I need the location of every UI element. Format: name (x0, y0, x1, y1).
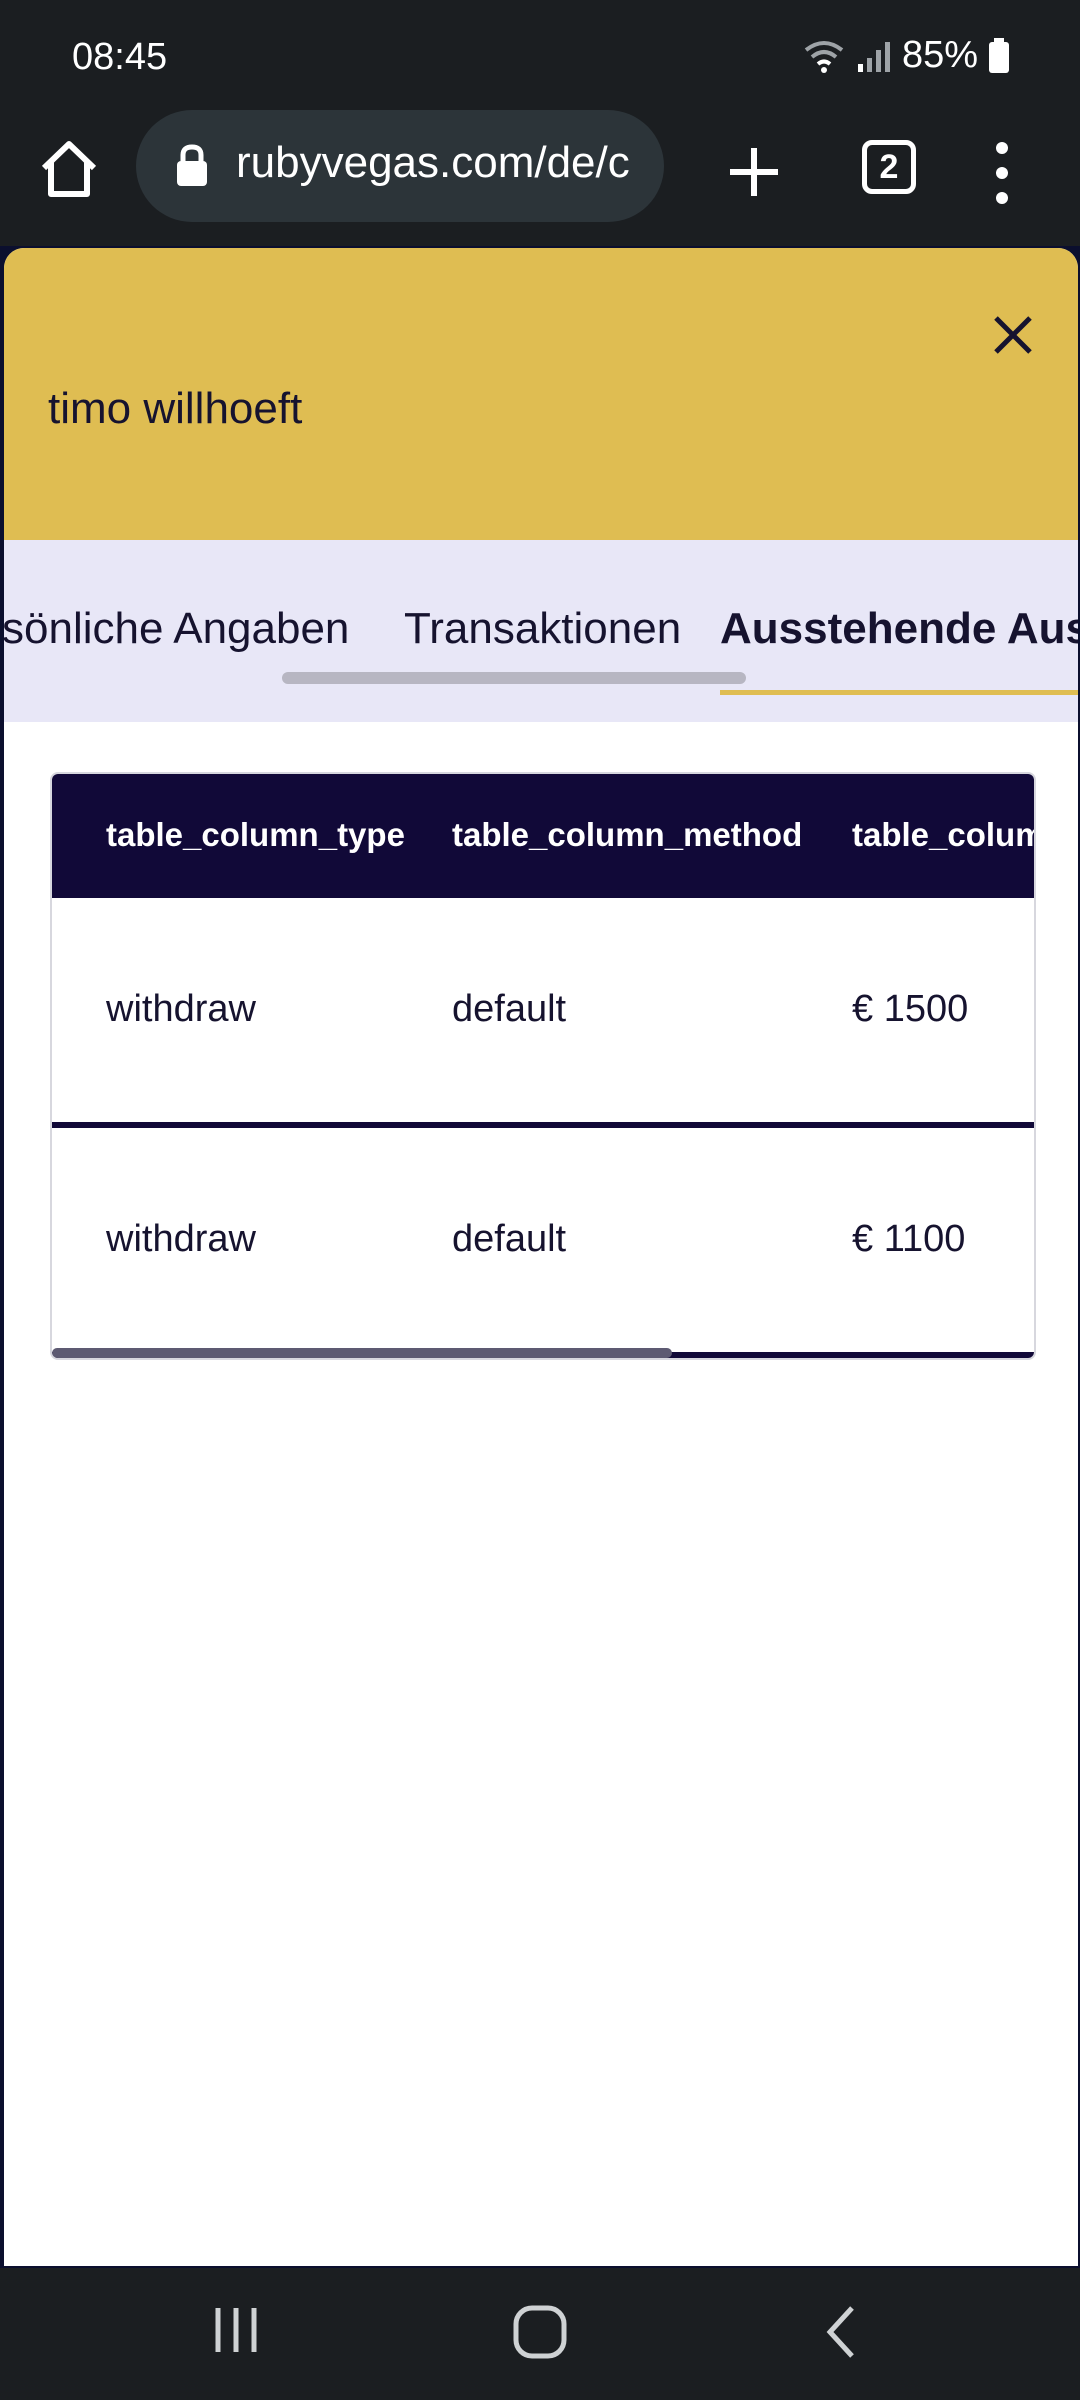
active-tab-indicator (720, 690, 1078, 695)
cell-method: default (452, 1218, 567, 1260)
browser-toolbar: rubyvegas.com/de/c 2 (0, 110, 1080, 246)
cell-type: withdraw (106, 988, 256, 1030)
table-row[interactable]: withdraw default € 1500 (52, 898, 1034, 1128)
home-icon[interactable] (38, 138, 100, 200)
tabs-bar: sönliche Angaben Transaktionen Ausstehen… (4, 540, 1078, 722)
signal-icon (856, 38, 892, 74)
tab-transactions[interactable]: Transaktionen (404, 604, 681, 654)
battery-icon (988, 37, 1010, 74)
close-icon[interactable] (988, 310, 1038, 360)
pending-withdrawals-table: table_column_type table_column_method ta… (50, 772, 1036, 1360)
cell-method: default (452, 988, 567, 1030)
tab-personal-info[interactable]: sönliche Angaben (4, 604, 349, 654)
menu-icon[interactable] (990, 138, 1014, 208)
cell-amount: € 1500 (852, 988, 969, 1030)
url-text[interactable]: rubyvegas.com/de/c (236, 138, 630, 188)
back-icon[interactable] (822, 2304, 862, 2360)
system-nav-bar (0, 2268, 1080, 2400)
status-time: 08:45 (72, 36, 168, 78)
tab-count: 2 (879, 147, 899, 186)
column-header-amount[interactable]: table_colum (852, 816, 1034, 854)
tabs-scrollbar[interactable] (282, 672, 746, 684)
plus-icon[interactable] (722, 140, 786, 204)
column-header-type[interactable]: table_column_type (106, 816, 405, 854)
url-bar[interactable]: rubyvegas.com/de/c (136, 110, 664, 222)
status-bar: 08:45 85% (0, 0, 1080, 118)
account-modal: timo willhoeft sönliche Angaben Transakt… (4, 248, 1078, 2266)
cell-type: withdraw (106, 1218, 256, 1260)
column-header-method[interactable]: table_column_method (452, 816, 802, 854)
table-scrollbar[interactable] (52, 1348, 672, 1358)
recent-apps-icon[interactable] (210, 2304, 262, 2356)
table-header: table_column_type table_column_method ta… (52, 774, 1034, 898)
tabs-icon[interactable]: 2 (862, 140, 916, 194)
lock-icon (174, 144, 210, 188)
modal-header: timo willhoeft (4, 248, 1078, 540)
home-nav-icon[interactable] (512, 2304, 568, 2360)
modal-title: timo willhoeft (48, 384, 303, 433)
status-icons: 85% (802, 34, 1010, 77)
tab-pending-withdrawals[interactable]: Ausstehende Aus: (720, 604, 1078, 654)
battery-text: 85% (901, 34, 978, 76)
table-row[interactable]: withdraw default € 1100 (52, 1128, 1034, 1358)
wifi-icon (802, 38, 846, 74)
cell-amount: € 1100 (852, 1218, 966, 1260)
